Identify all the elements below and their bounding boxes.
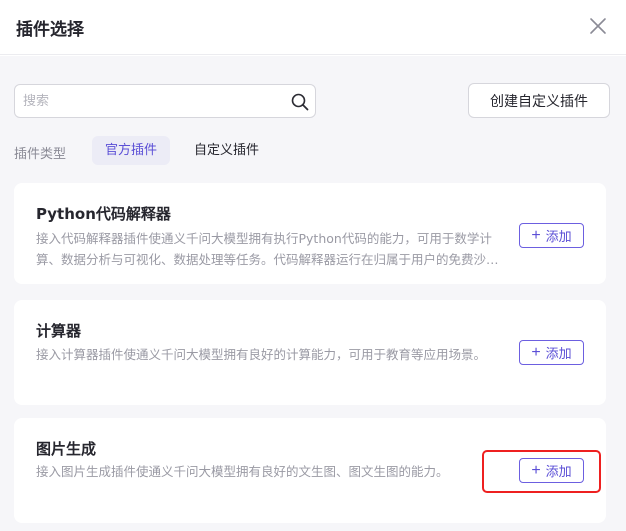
plugin-type-label: 插件类型: [14, 147, 67, 162]
add-plugin-button[interactable]: + 添加: [519, 340, 584, 365]
plugin-name: 图片生成: [36, 440, 97, 458]
plugin-description: 接入图片生成插件使通义千问大模型拥有良好的文生图、图文生图的能力。: [36, 464, 449, 479]
close-button[interactable]: [586, 14, 610, 38]
plus-icon: +: [531, 226, 541, 244]
dialog-title: 插件选择: [16, 20, 84, 40]
search-icon[interactable]: [291, 93, 309, 111]
tab-custom-plugins[interactable]: 自定义插件: [181, 136, 272, 165]
search-input[interactable]: [23, 91, 283, 111]
highlight-box: [482, 450, 601, 493]
add-button-label: 添加: [545, 229, 572, 244]
plugin-card-python: Python代码解释器 接入代码解释器插件使通义千问大模型拥有执行Python代…: [14, 183, 606, 284]
add-button-label: 添加: [545, 346, 572, 361]
plugin-name: Python代码解释器: [36, 205, 171, 223]
plugin-card-calculator: 计算器 接入计算器插件使通义千问大模型拥有良好的计算能力，可用于教育等应用场景。…: [14, 300, 606, 405]
create-custom-plugin-button[interactable]: 创建自定义插件: [468, 83, 610, 118]
plus-icon: +: [531, 343, 541, 361]
plugin-name: 计算器: [36, 322, 82, 340]
plugin-description: 接入代码解释器插件使通义千问大模型拥有执行Python代码的能力，可用于数学计算…: [36, 231, 499, 267]
search-box: [14, 84, 316, 118]
tab-official-plugins[interactable]: 官方插件: [92, 136, 171, 165]
dialog-header: 插件选择: [0, 0, 626, 55]
add-plugin-button[interactable]: + 添加: [519, 223, 584, 248]
close-icon: [590, 18, 606, 34]
plugin-description: 接入计算器插件使通义千问大模型拥有良好的计算能力，可用于教育等应用场景。: [36, 347, 487, 362]
